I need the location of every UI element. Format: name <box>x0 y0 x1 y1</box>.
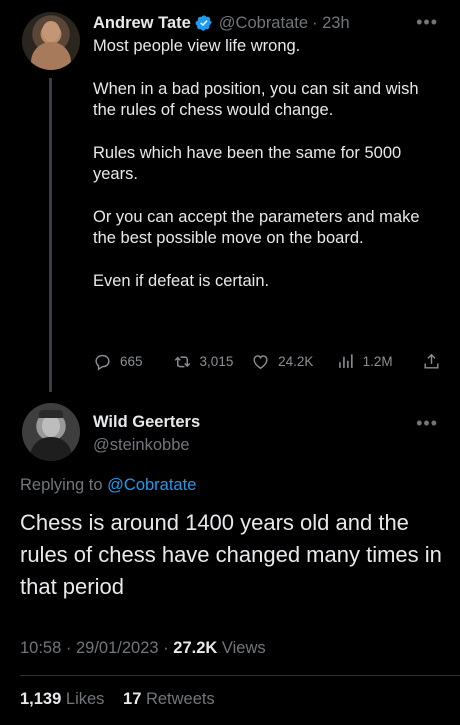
likes-label: Likes <box>65 690 105 708</box>
reply-count: 665 <box>120 353 143 369</box>
parent-paragraph: Most people view life wrong. <box>93 37 301 55</box>
replying-prefix: Replying to <box>20 476 103 494</box>
avatar-andrew-tate[interactable] <box>22 12 80 70</box>
main-author-handle[interactable]: @steinkobbe <box>93 436 190 455</box>
meta-separator: · <box>65 639 76 657</box>
retweets-label: Retweets <box>145 690 215 708</box>
likes-total: 1,139 <box>20 690 62 708</box>
avatar-head <box>42 21 60 42</box>
thread-connector-line <box>49 78 52 392</box>
main-tweet-text: Chess is around 1400 years old and the r… <box>20 510 442 599</box>
divider <box>20 675 460 676</box>
views-icon <box>338 353 353 368</box>
like-count: 24.2K <box>278 353 314 369</box>
engagement-stats: 1,139 Likes 17 Retweets <box>20 690 215 709</box>
parent-tweet-actions: 665 3,015 24.2K 1.2M <box>93 349 443 373</box>
share-icon <box>424 353 439 369</box>
views-button[interactable]: 1.2M <box>336 352 422 371</box>
views-count: 1.2M <box>362 353 393 369</box>
main-more-icon[interactable]: ••• <box>416 413 438 434</box>
reply-icon <box>95 354 110 370</box>
parent-tweet-text: Most people view life wrong. When in a b… <box>93 36 433 313</box>
tweet-meta-line: 10:58 · 29/01/2023 · 27.2K Views <box>20 639 266 658</box>
parent-author-name[interactable]: Andrew Tate <box>93 14 191 33</box>
main-author-name[interactable]: Wild Geerters <box>93 413 200 432</box>
replying-to-line: Replying to @Cobratate <box>20 476 196 495</box>
views-label: Views <box>221 639 266 657</box>
like-button[interactable]: 24.2K <box>251 352 335 371</box>
retweets-stat[interactable]: 17 Retweets <box>123 690 215 708</box>
like-icon <box>253 354 268 369</box>
parent-paragraph: Even if defeat is certain. <box>93 271 270 290</box>
verified-badge-icon <box>195 14 213 32</box>
avatar-head <box>42 415 60 437</box>
avatar-wild-geerters[interactable] <box>22 403 80 461</box>
parent-paragraph: Or you can accept the parameters and mak… <box>93 207 420 248</box>
share-button[interactable] <box>422 352 441 371</box>
parent-paragraph: When in a bad position, you can sit and … <box>93 79 419 120</box>
avatar-hat <box>39 410 63 418</box>
retweet-icon <box>174 355 190 367</box>
likes-stat[interactable]: 1,139 Likes <box>20 690 104 708</box>
retweets-total: 17 <box>123 690 142 708</box>
meta-separator: · <box>163 639 174 657</box>
avatar-body <box>31 42 71 70</box>
parent-author-handle[interactable]: @Cobratate <box>219 14 308 33</box>
parent-more-icon[interactable]: ••• <box>416 12 438 33</box>
tweet-time[interactable]: 10:58 <box>20 639 61 657</box>
retweet-count: 3,015 <box>199 353 234 369</box>
retweet-button[interactable]: 3,015 <box>173 352 252 371</box>
views-total: 27.2K <box>173 639 218 657</box>
tweet-date[interactable]: 29/01/2023 <box>76 639 159 657</box>
parent-tweet-time[interactable]: · 23h <box>312 14 350 33</box>
replying-to-link[interactable]: @Cobratate <box>107 476 196 494</box>
parent-paragraph: Rules which have been the same for 5000 … <box>93 143 402 184</box>
avatar-body <box>30 437 72 461</box>
reply-button[interactable]: 665 <box>93 352 173 371</box>
parent-tweet-header: Andrew Tate @Cobratate · 23h <box>93 12 440 34</box>
